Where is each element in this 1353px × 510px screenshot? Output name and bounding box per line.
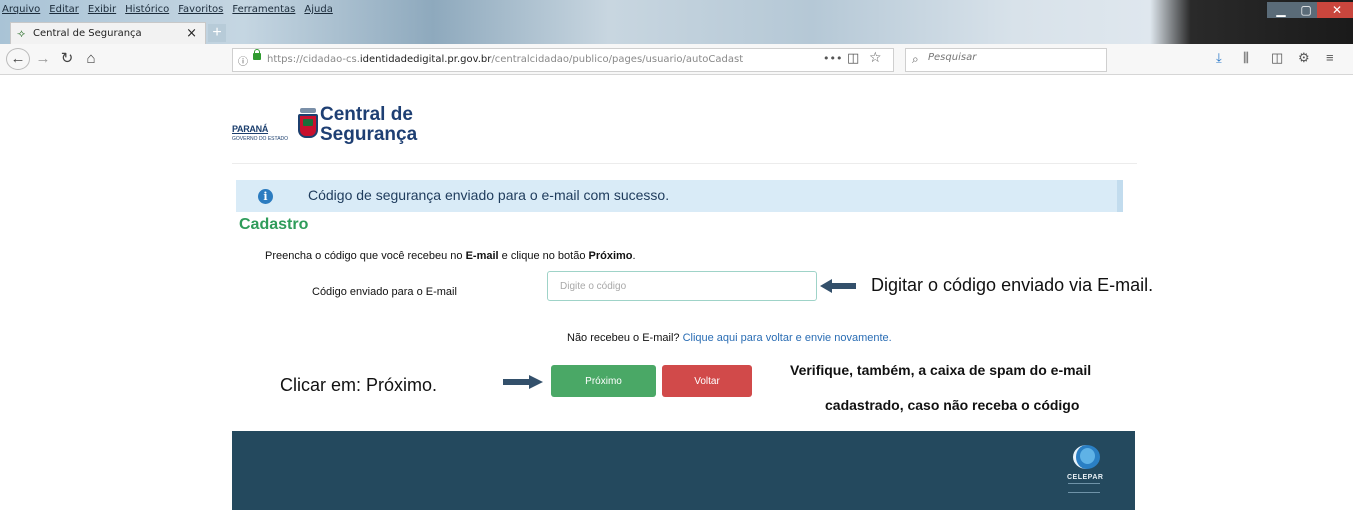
hamburger-menu-icon[interactable]: ≡	[1326, 50, 1334, 65]
maximize-icon[interactable]: ▢	[1295, 2, 1317, 18]
header-divider	[232, 163, 1137, 164]
arrow-left-icon	[820, 279, 856, 293]
pocket-icon[interactable]: ◫	[847, 51, 859, 66]
reload-icon[interactable]: ↻	[58, 48, 76, 70]
home-icon[interactable]: ⌂	[82, 48, 100, 70]
downloads-icon[interactable]: ⤓	[1216, 50, 1222, 66]
close-window-icon[interactable]: ✕	[1317, 2, 1353, 18]
menu-item-ajuda[interactable]: Ajuda	[304, 4, 332, 18]
annotation-spam-line2: cadastrado, caso não receba o código	[825, 397, 1080, 413]
menu-bar: Arquivo Editar Exibir Histórico Favorito…	[2, 4, 333, 18]
search-icon: ⌕	[912, 52, 919, 66]
arrow-right-icon	[503, 375, 543, 389]
search-box[interactable]: ⌕	[905, 48, 1107, 72]
brand-title: Central de Segurança	[320, 104, 418, 145]
site-info-icon[interactable]: ⓘ	[238, 53, 248, 68]
navigation-toolbar: ← → ↻ ⌂ ⓘ https://cidadao-cs.identidaded…	[0, 44, 1353, 75]
library-icon[interactable]: ⫼	[1243, 50, 1249, 66]
minimize-icon[interactable]: ▁	[1267, 2, 1295, 18]
forward-arrow-icon[interactable]: →	[34, 48, 52, 70]
celepar-logo-text: CELEPAR	[1067, 474, 1104, 481]
form-title: Cadastro	[239, 216, 309, 233]
sidebar-icon[interactable]: ◫	[1271, 50, 1283, 66]
annotation-type-code: Digitar o código enviado via E-mail.	[871, 275, 1154, 295]
tab-favicon-icon: ⟢	[17, 27, 26, 40]
bookmark-star-icon[interactable]: ☆	[869, 50, 882, 66]
form-instruction: Preencha o código que você recebeu no E-…	[265, 250, 636, 262]
alert-message: Código de segurança enviado para o e-mai…	[308, 187, 670, 203]
resend-link[interactable]: Clique aqui para voltar e envie novament…	[683, 332, 892, 344]
extension-icon[interactable]: ⚙	[1298, 50, 1310, 66]
info-alert: i Código de segurança enviado para o e-m…	[236, 180, 1123, 212]
resend-text: Não recebeu o E-mail? Clique aqui para v…	[567, 332, 892, 344]
search-input[interactable]	[928, 52, 1098, 63]
new-tab-icon[interactable]: +	[208, 24, 226, 42]
celepar-logo[interactable]: CELEPAR	[1064, 445, 1104, 497]
next-button[interactable]: Próximo	[551, 365, 656, 397]
annotation-spam-line1: Verifique, também, a caixa de spam do e-…	[790, 362, 1092, 378]
crest-crown-icon	[300, 108, 316, 113]
browser-tab[interactable]: ⟢ Central de Segurança ×	[10, 22, 206, 45]
window-titlebar: Arquivo Editar Exibir Histórico Favorito…	[0, 0, 1353, 48]
parana-crest-icon	[298, 114, 318, 138]
tab-title: Central de Segurança	[33, 28, 142, 39]
menu-item-editar[interactable]: Editar	[49, 4, 79, 18]
url-text[interactable]: https://cidadao-cs.identidadedigital.pr.…	[267, 54, 815, 65]
celepar-globe-icon	[1073, 445, 1100, 469]
menu-item-ferramentas[interactable]: Ferramentas	[232, 4, 295, 18]
menu-item-historico[interactable]: Histórico	[125, 4, 169, 18]
window-controls: ▁ ▢ ✕	[1267, 2, 1353, 20]
back-arrow-icon[interactable]: ←	[6, 48, 30, 70]
celepar-logo-subtext	[1068, 483, 1100, 493]
annotation-click-next: Clicar em: Próximo.	[280, 375, 438, 395]
menu-item-favoritos[interactable]: Favoritos	[178, 4, 223, 18]
parana-logo-subtext: GOVERNO DO ESTADO	[232, 136, 289, 142]
back-button[interactable]: Voltar	[662, 365, 752, 397]
url-bar[interactable]: ⓘ https://cidadao-cs.identidadedigital.p…	[232, 48, 894, 72]
lock-icon	[253, 49, 261, 60]
code-input[interactable]	[547, 271, 817, 301]
menu-item-arquivo[interactable]: Arquivo	[2, 4, 40, 18]
code-field-label: Código enviado para o E-mail	[312, 286, 457, 298]
tab-close-icon[interactable]: ×	[186, 26, 197, 41]
info-icon: i	[258, 189, 273, 204]
menu-item-exibir[interactable]: Exibir	[88, 4, 116, 18]
page-actions-icon[interactable]: •••	[823, 52, 842, 65]
parana-logo-text: PARANÁ	[232, 124, 269, 134]
page-footer	[232, 431, 1135, 510]
